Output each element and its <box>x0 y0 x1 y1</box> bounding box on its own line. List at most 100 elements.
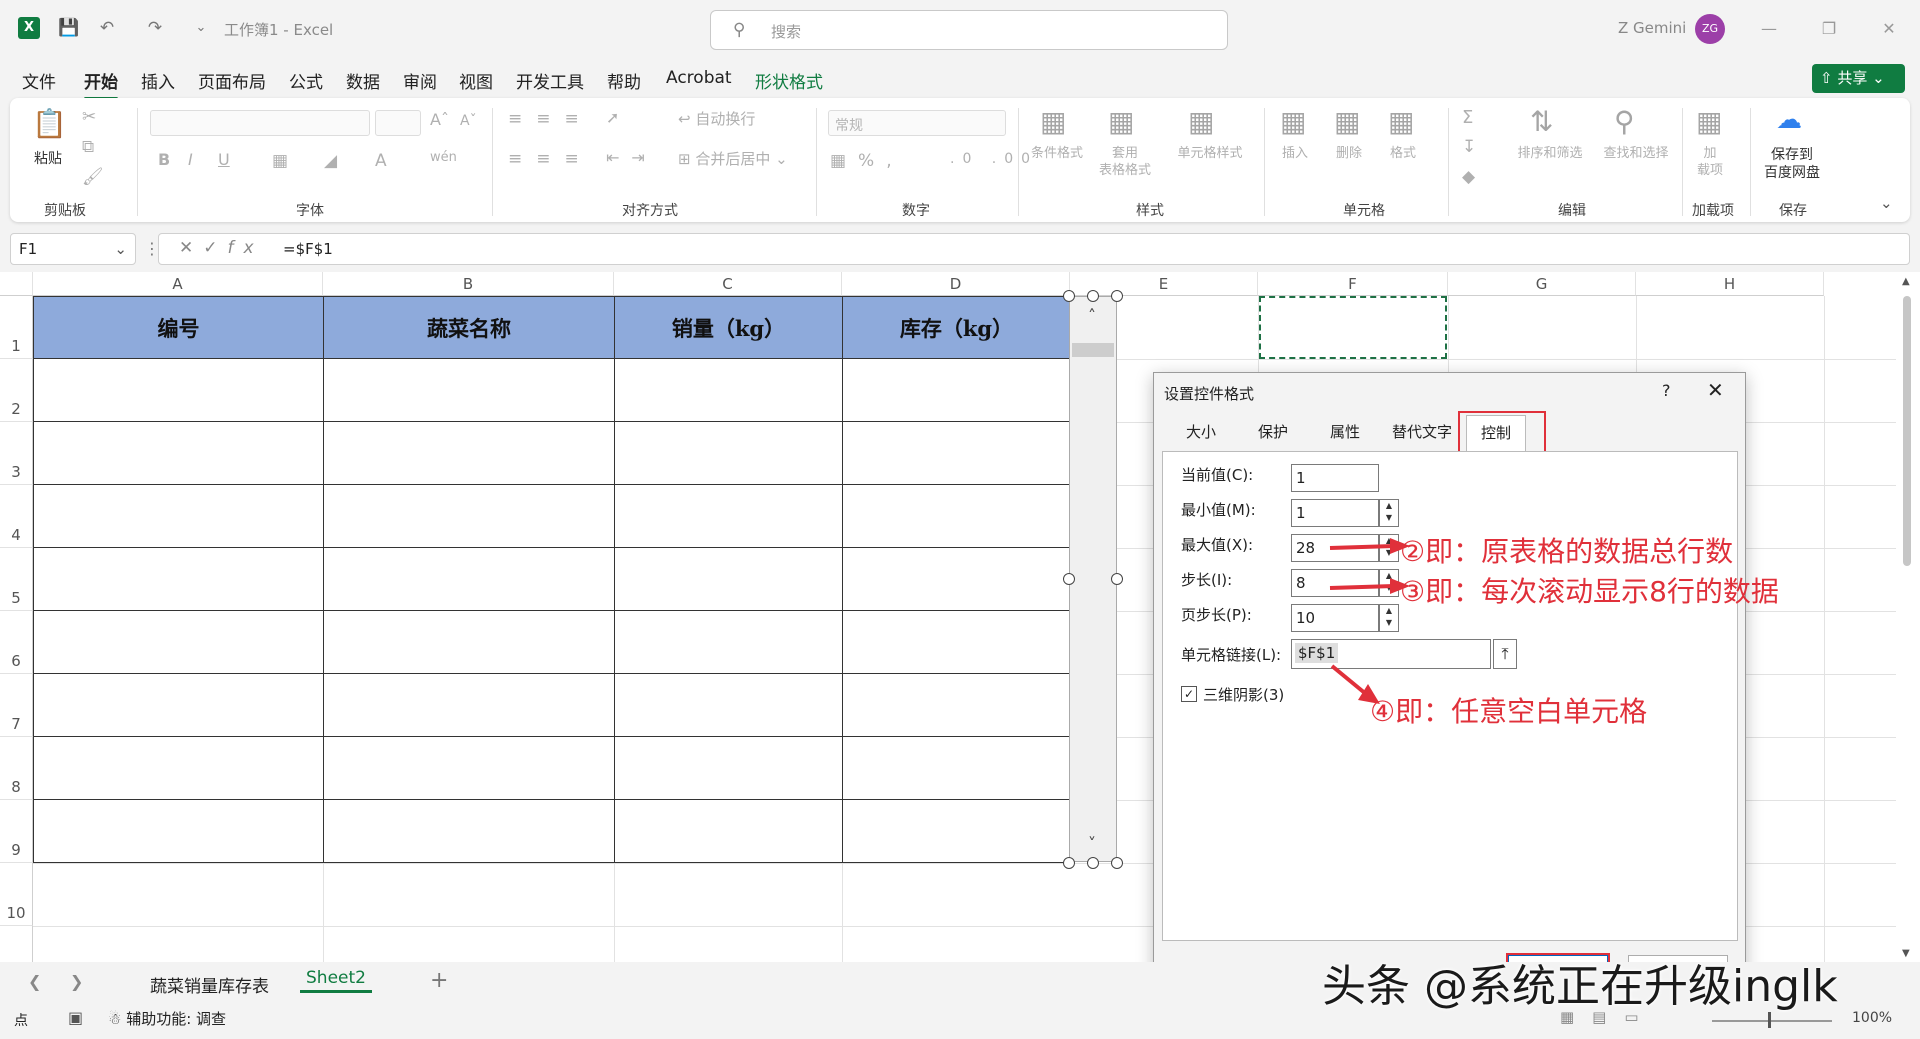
orientation-icon[interactable]: ➚ <box>606 108 619 129</box>
row-header-4[interactable]: 4 <box>0 485 33 548</box>
addins-icon[interactable]: ▦ <box>1696 104 1722 140</box>
underline-icon[interactable]: U <box>218 150 230 171</box>
current-value-input[interactable]: 1 <box>1291 464 1379 492</box>
tab-insert[interactable]: 插入 <box>141 68 175 93</box>
prev-sheet-icon[interactable]: ❮ <box>28 972 41 991</box>
resize-handle[interactable] <box>1063 290 1075 302</box>
resize-handle[interactable] <box>1087 290 1099 302</box>
name-box[interactable]: F1 ⌄ <box>10 233 136 265</box>
macro-record-icon[interactable]: ▣ <box>68 1008 83 1027</box>
delete-cells-icon[interactable]: ▦ <box>1334 104 1360 140</box>
tab-file[interactable]: 文件 <box>22 68 56 93</box>
sheet-tab-1[interactable]: 蔬菜销量库存表 <box>150 972 269 997</box>
cell-f1-marquee[interactable] <box>1259 296 1447 359</box>
tab-review[interactable]: 审阅 <box>403 68 437 93</box>
format-painter-icon[interactable]: 🖌 <box>82 166 104 188</box>
shadow-checkbox[interactable]: ✓ <box>1181 686 1197 702</box>
tab-developer[interactable]: 开发工具 <box>516 68 584 93</box>
conditional-format-label[interactable]: 条件格式 <box>1026 146 1088 163</box>
row-header-9[interactable]: 9 <box>0 800 33 863</box>
table-header-id[interactable]: 编号 <box>33 296 324 359</box>
cut-icon[interactable]: ✂ <box>82 106 96 128</box>
sheet-tab-2[interactable]: Sheet2 <box>300 968 372 993</box>
row-header-10[interactable]: 10 <box>0 863 33 926</box>
merge-center-button[interactable]: ⊞ 合并后居中 ⌄ <box>678 150 788 170</box>
row-header-5[interactable]: 5 <box>0 548 33 611</box>
resize-handle[interactable] <box>1087 857 1099 869</box>
delete-cells-label[interactable]: 删除 <box>1336 146 1362 163</box>
cell-style-label[interactable]: 单元格样式 <box>1170 146 1250 163</box>
sort-filter-icon[interactable]: ⇅ <box>1530 104 1553 140</box>
minimize-icon[interactable]: — <box>1754 14 1784 44</box>
save-baidu-label[interactable]: 保存到 百度网盘 <box>1756 146 1828 182</box>
zoom-slider-thumb[interactable] <box>1768 1012 1771 1028</box>
increase-font-icon[interactable]: Aˆ <box>430 110 449 131</box>
paste-label[interactable]: 粘贴 <box>34 150 62 168</box>
row-header-7[interactable]: 7 <box>0 674 33 737</box>
resize-handle[interactable] <box>1111 573 1123 585</box>
decrease-font-icon[interactable]: Aˇ <box>460 112 477 130</box>
scroll-down-icon[interactable]: ▼ <box>1902 948 1910 959</box>
addins-label[interactable]: 加 载项 <box>1692 146 1728 180</box>
tab-protection[interactable]: 保护 <box>1258 421 1288 442</box>
resize-handle[interactable] <box>1111 857 1123 869</box>
paste-icon[interactable]: 📋 <box>32 106 67 142</box>
horizontal-align-icons[interactable]: ≡≡≡ <box>508 148 593 170</box>
fill-icon[interactable]: ↧ <box>1462 136 1476 158</box>
tab-alt-text[interactable]: 替代文字 <box>1392 421 1452 442</box>
row-header-3[interactable]: 3 <box>0 422 33 485</box>
italic-icon[interactable]: I <box>188 150 193 171</box>
select-all-corner[interactable] <box>0 272 33 296</box>
bold-icon[interactable]: B <box>158 150 170 171</box>
insert-cells-label[interactable]: 插入 <box>1282 146 1308 163</box>
zoom-slider[interactable] <box>1712 1020 1832 1022</box>
row-header-11[interactable] <box>0 926 33 962</box>
column-header-d[interactable]: D <box>842 272 1070 296</box>
row-header-6[interactable]: 6 <box>0 611 33 674</box>
column-header-f[interactable]: F <box>1258 272 1448 296</box>
decimal-icons[interactable]: .0 .00 <box>950 150 1038 168</box>
help-icon[interactable]: ? <box>1662 381 1671 400</box>
sheet-vertical-scrollbar[interactable]: ▲ ▼ <box>1896 272 1920 962</box>
conditional-format-icon[interactable]: ▦ <box>1040 104 1066 140</box>
min-value-input[interactable]: 1 <box>1291 499 1379 527</box>
tab-acrobat[interactable]: Acrobat <box>666 68 732 88</box>
number-format-select[interactable]: 常规 <box>828 110 1006 136</box>
fill-color-icon[interactable]: ◢ <box>324 150 337 172</box>
find-select-label[interactable]: 查找和选择 <box>1594 146 1678 163</box>
tab-view[interactable]: 视图 <box>459 68 493 93</box>
accessibility-status[interactable]: ☃ 辅助功能: 调查 <box>108 1008 226 1029</box>
close-icon[interactable]: ✕ <box>1707 378 1724 402</box>
column-header-h[interactable]: H <box>1636 272 1824 296</box>
collapse-ribbon-icon[interactable]: ⌄ <box>1880 194 1893 214</box>
format-cells-icon[interactable]: ▦ <box>1388 104 1414 140</box>
customize-qat-icon[interactable]: ⌄ <box>190 17 212 39</box>
redo-icon[interactable]: ↷ <box>144 17 166 39</box>
scrollbar-thumb[interactable] <box>1072 343 1114 357</box>
number-format-icons[interactable]: ▦%, <box>830 150 904 172</box>
restore-icon[interactable]: ❐ <box>1814 14 1844 44</box>
phonetic-icon[interactable]: wén <box>430 150 457 167</box>
insert-cells-icon[interactable]: ▦ <box>1280 104 1306 140</box>
add-sheet-icon[interactable]: + <box>430 968 448 993</box>
avatar[interactable]: ZG <box>1695 14 1725 44</box>
formula-input[interactable]: ✕✓fx =$F$1 <box>158 233 1910 265</box>
undo-icon[interactable]: ↶ <box>96 17 118 39</box>
autosum-icon[interactable]: Σ <box>1462 106 1473 129</box>
copy-icon[interactable]: ⧉ <box>82 136 94 158</box>
tab-properties[interactable]: 属性 <box>1330 421 1360 442</box>
tab-shape-format[interactable]: 形状格式 <box>755 68 823 93</box>
resize-handle[interactable] <box>1063 857 1075 869</box>
share-button[interactable]: ⇧ 共享 ⌄ <box>1812 64 1905 93</box>
find-select-icon[interactable]: ⚲ <box>1614 104 1635 140</box>
tab-data[interactable]: 数据 <box>346 68 380 93</box>
sort-filter-label[interactable]: 排序和筛选 <box>1510 146 1590 163</box>
cell-style-icon[interactable]: ▦ <box>1188 104 1214 140</box>
column-header-c[interactable]: C <box>614 272 842 296</box>
row-header-2[interactable]: 2 <box>0 359 33 422</box>
font-name-select[interactable] <box>150 110 370 136</box>
column-header-b[interactable]: B <box>323 272 614 296</box>
table-header-sales[interactable]: 销量（kg） <box>614 296 843 359</box>
font-color-icon[interactable]: A <box>375 150 387 172</box>
wrap-text-button[interactable]: ↩ 自动换行 <box>678 110 755 130</box>
